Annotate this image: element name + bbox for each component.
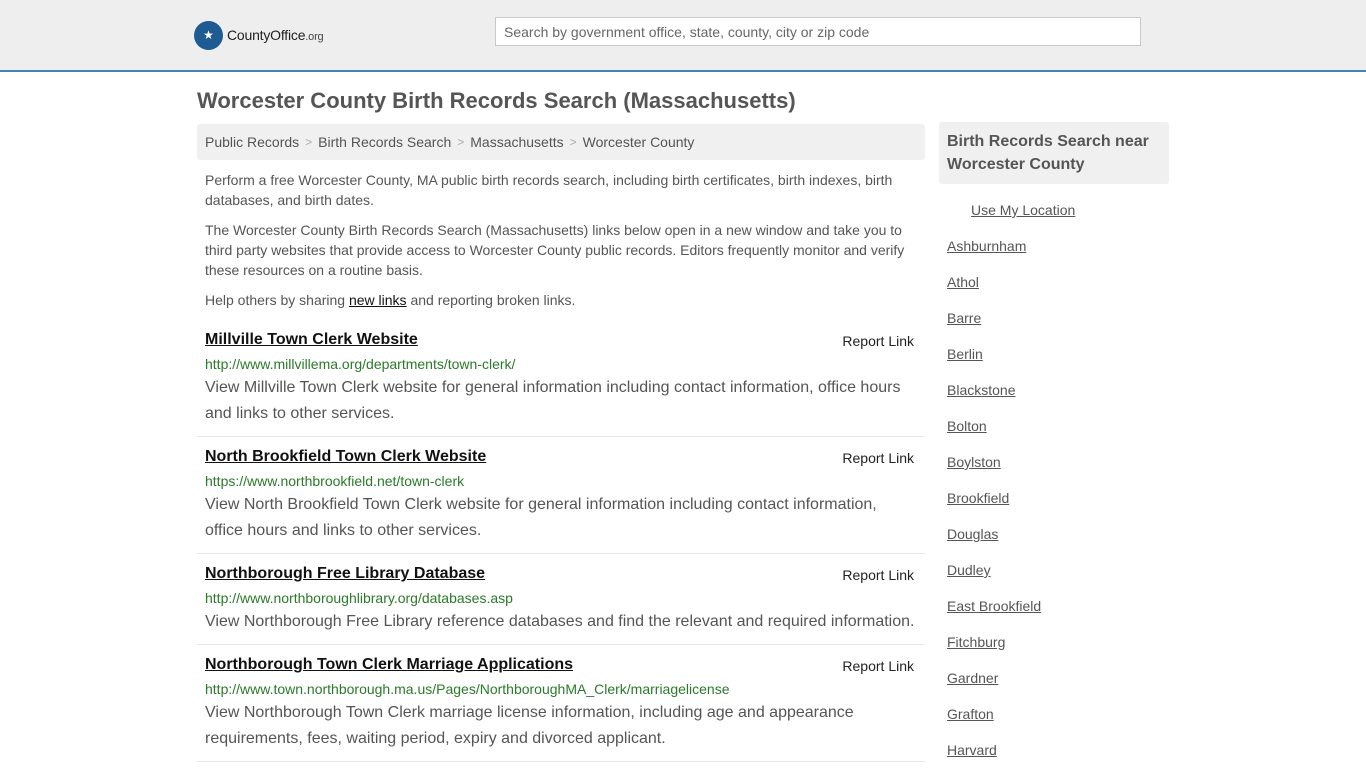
result-item: Northborough Free Library Database Repor… xyxy=(197,565,925,645)
intro-paragraph-2: The Worcester County Birth Records Searc… xyxy=(205,222,905,278)
result-description: View Northborough Free Library reference… xyxy=(205,613,915,630)
result-title-link[interactable]: Millville Town Clerk Website xyxy=(205,331,418,349)
breadcrumb-massachusetts[interactable]: Massachusetts xyxy=(470,134,563,150)
sidebar-town-link[interactable]: Berlin xyxy=(947,346,983,362)
breadcrumb-separator: > xyxy=(305,135,313,149)
sidebar-town-link[interactable]: East Brookfield xyxy=(947,598,1041,614)
breadcrumb-separator: > xyxy=(569,135,577,149)
report-link-button[interactable]: Report Link xyxy=(842,333,914,349)
result-url: http://www.millvillema.org/departments/t… xyxy=(205,356,516,372)
search-input[interactable] xyxy=(495,17,1141,46)
result-description: View Northborough Town Clerk marriage li… xyxy=(205,704,854,747)
intro-paragraph-3: Help others by sharing new links and rep… xyxy=(205,292,576,308)
result-description: View North Brookfield Town Clerk website… xyxy=(205,496,877,539)
result-url: https://www.northbrookfield.net/town-cle… xyxy=(205,473,465,489)
sidebar-town-link[interactable]: Boylston xyxy=(947,454,1001,470)
result-item: North Brookfield Town Clerk Website Repo… xyxy=(197,448,925,554)
result-title-link[interactable]: Northborough Town Clerk Marriage Applica… xyxy=(205,656,573,674)
site-header: ★ CountyOffice.org xyxy=(0,0,1366,72)
report-link-button[interactable]: Report Link xyxy=(842,567,914,583)
sidebar-town-link[interactable]: Barre xyxy=(947,310,981,326)
result-item: Northborough Town Clerk Marriage Applica… xyxy=(197,656,925,762)
intro-paragraph-1: Perform a free Worcester County, MA publ… xyxy=(205,172,893,208)
new-links-link[interactable]: new links xyxy=(349,292,407,308)
site-logo[interactable]: ★ CountyOffice.org xyxy=(194,20,324,50)
sidebar-town-link[interactable]: Athol xyxy=(947,274,979,290)
sidebar-town-link[interactable]: Blackstone xyxy=(947,382,1015,398)
sidebar-town-link[interactable]: Ashburnham xyxy=(947,238,1026,254)
report-link-button[interactable]: Report Link xyxy=(842,658,914,674)
result-description: View Millville Town Clerk website for ge… xyxy=(205,379,901,422)
result-url: http://www.town.northborough.ma.us/Pages… xyxy=(205,681,730,697)
use-my-location-link[interactable]: Use My Location xyxy=(971,202,1075,218)
sidebar-town-link[interactable]: Dudley xyxy=(947,562,991,578)
result-title-link[interactable]: North Brookfield Town Clerk Website xyxy=(205,448,486,466)
sidebar-town-link[interactable]: Gardner xyxy=(947,670,998,686)
sidebar-town-link[interactable]: Brookfield xyxy=(947,490,1009,506)
sidebar-town-link[interactable]: Douglas xyxy=(947,526,998,542)
sidebar-town-link[interactable]: Bolton xyxy=(947,418,987,434)
breadcrumb-public-records[interactable]: Public Records xyxy=(205,134,299,150)
sidebar-town-link[interactable]: Harvard xyxy=(947,742,997,758)
page-title: Worcester County Birth Records Search (M… xyxy=(197,88,796,113)
logo-wordmark: CountyOffice.org xyxy=(227,27,324,43)
breadcrumb-birth-records[interactable]: Birth Records Search xyxy=(318,134,451,150)
result-item: Millville Town Clerk Website Report Link… xyxy=(197,331,925,437)
sidebar-heading: Birth Records Search near Worcester Coun… xyxy=(939,122,1169,184)
sidebar-town-link[interactable]: Grafton xyxy=(947,706,994,722)
result-title-link[interactable]: Northborough Free Library Database xyxy=(205,565,485,583)
result-url: http://www.northboroughlibrary.org/datab… xyxy=(205,590,513,606)
breadcrumb: Public Records > Birth Records Search > … xyxy=(197,124,925,160)
eagle-stars-icon: ★ xyxy=(194,20,223,50)
breadcrumb-current: Worcester County xyxy=(582,134,695,150)
breadcrumb-separator: > xyxy=(457,135,465,149)
sidebar-town-link[interactable]: Fitchburg xyxy=(947,634,1005,650)
report-link-button[interactable]: Report Link xyxy=(842,450,914,466)
